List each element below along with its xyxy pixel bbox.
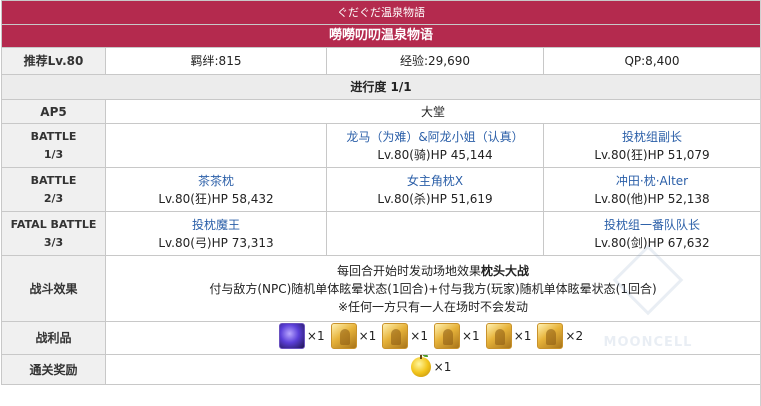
- drops-cell: ×1 ×1 ×1 ×1 ×1 ×2: [105, 321, 761, 355]
- enemy-stats: Lv.80(他)HP 52,138: [594, 191, 710, 206]
- drop-item[interactable]: ×1: [330, 322, 377, 349]
- drop-count: ×1: [513, 328, 532, 343]
- enemy-link[interactable]: 投枕组一番队队长: [604, 218, 700, 232]
- enemy-cell: 投枕魔王 Lv.80(弓)HP 73,313: [105, 211, 327, 256]
- enemy-stats: Lv.80(剑)HP 67,632: [594, 235, 710, 250]
- progress-header: 进行度 1/1: [1, 74, 761, 100]
- enemy-link[interactable]: 女主角枕X: [407, 174, 463, 188]
- enemy-cell: [326, 211, 544, 256]
- enemy-cell: 投枕组副长 Lv.80(狂)HP 51,079: [543, 123, 761, 168]
- reward-count: ×1: [433, 360, 452, 374]
- effect-line-3: ※任何一方只有一人在场时不会发动: [337, 299, 529, 314]
- enemy-link[interactable]: 投枕魔王: [192, 218, 240, 232]
- gold-statue-icon: [382, 322, 409, 349]
- battle-label: BATTLE: [30, 173, 77, 187]
- effect-description: 每回合开始时发动场地效果枕头大战 付与敌方(NPC)随机单体眩晕状态(1回合)+…: [105, 255, 761, 322]
- exp-value: 经验:29,690: [326, 47, 544, 75]
- drops-label: 战利品: [1, 321, 106, 355]
- battle-label: FATAL BATTLE: [10, 217, 97, 231]
- bond-value: 羁绊:815: [105, 47, 327, 75]
- battle-1-label: BATTLE 1/3: [1, 123, 106, 168]
- drop-count: ×1: [306, 328, 325, 343]
- effect-line-1: 每回合开始时发动场地效果枕头大战: [108, 262, 758, 280]
- enemy-cell: 投枕组一番队队长 Lv.80(剑)HP 67,632: [543, 211, 761, 256]
- quest-table: ぐだぐだ温泉物語 嘮嘮叨叨温泉物语 推荐Lv.80 羁绊:815 经验:29,6…: [1, 0, 761, 385]
- drop-count: ×2: [565, 328, 584, 343]
- quest-title: 嘮嘮叨叨温泉物语: [1, 24, 761, 48]
- reward-cell: ×1: [105, 354, 761, 385]
- enemy-cell: [105, 123, 327, 168]
- enemy-cell: 女主角枕X Lv.80(杀)HP 51,619: [326, 167, 544, 212]
- battle-number: 2/3: [43, 191, 64, 205]
- quest-subtitle: ぐだぐだ温泉物語: [1, 0, 761, 25]
- golden-apple-icon: [410, 355, 431, 377]
- enemy-stats: Lv.80(弓)HP 73,313: [158, 235, 274, 250]
- purple-gem-icon: [278, 322, 305, 349]
- ap-cost: AP5: [1, 99, 106, 124]
- enemy-stats: Lv.80(杀)HP 51,619: [377, 191, 493, 206]
- enemy-cell: 冲田·枕·Alter Lv.80(他)HP 52,138: [543, 167, 761, 212]
- enemy-stats: Lv.80(狂)HP 51,079: [594, 147, 710, 162]
- effect-line-2: 付与敌方(NPC)随机单体眩晕状态(1回合)+付与我方(玩家)随机单体眩晕状态(…: [209, 281, 657, 296]
- battle-label: BATTLE: [30, 129, 77, 143]
- enemy-stats: Lv.80(骑)HP 45,144: [377, 147, 493, 162]
- drop-list: ×1 ×1 ×1 ×1 ×1 ×2: [278, 322, 587, 349]
- gold-statue-icon: [434, 322, 460, 349]
- qp-value: QP:8,400: [543, 47, 761, 75]
- drop-item[interactable]: ×1: [485, 322, 532, 349]
- recommended-level: 推荐Lv.80: [1, 47, 106, 75]
- effect-label: 战斗效果: [1, 255, 106, 322]
- battle-number: 3/3: [43, 235, 64, 249]
- enemy-link[interactable]: 茶茶枕: [198, 174, 234, 188]
- drop-count: ×1: [462, 328, 480, 343]
- effect-name: 枕头大战: [481, 263, 530, 278]
- reward-label: 通关奖励: [1, 354, 106, 385]
- drop-item[interactable]: ×1: [434, 322, 480, 349]
- gold-statue-icon: [537, 322, 564, 349]
- enemy-cell: 龙马（为难）&阿龙小姐（认真） Lv.80(骑)HP 45,144: [326, 123, 544, 168]
- drop-count: ×1: [358, 328, 377, 343]
- location-name: 大堂: [105, 99, 761, 124]
- enemy-link[interactable]: 龙马（为难）&阿龙小姐（认真）: [346, 130, 523, 144]
- enemy-link[interactable]: 冲田·枕·Alter: [616, 174, 688, 188]
- gold-statue-icon: [485, 322, 512, 349]
- reward-item[interactable]: ×1: [410, 355, 452, 377]
- enemy-cell: 茶茶枕 Lv.80(狂)HP 58,432: [105, 167, 327, 212]
- battle-3-label: FATAL BATTLE 3/3: [1, 211, 106, 256]
- enemy-stats: Lv.80(狂)HP 58,432: [158, 191, 274, 206]
- battle-2-label: BATTLE 2/3: [1, 167, 106, 212]
- drop-count: ×1: [410, 328, 428, 343]
- effect-prefix: 每回合开始时发动场地效果: [336, 263, 481, 278]
- drop-item[interactable]: ×1: [382, 322, 428, 349]
- drop-item[interactable]: ×2: [537, 322, 584, 349]
- enemy-link[interactable]: 投枕组副长: [622, 130, 682, 144]
- gold-statue-icon: [330, 322, 357, 349]
- drop-item[interactable]: ×1: [278, 322, 325, 349]
- battle-number: 1/3: [43, 147, 64, 161]
